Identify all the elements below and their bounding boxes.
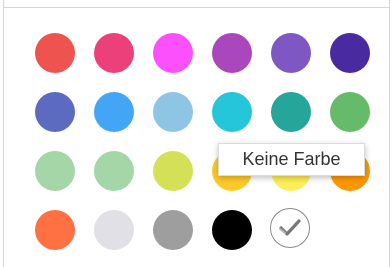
panel-top-edge [0, 0, 392, 8]
checkmark-icon [279, 219, 301, 236]
color-swatch-deep-purple[interactable] [271, 33, 311, 73]
no-color-tooltip: Keine Farbe [218, 143, 365, 176]
panel-left-edge [0, 0, 4, 267]
color-swatch-light-green-1[interactable] [35, 151, 75, 191]
color-swatch-light-green-2[interactable] [94, 151, 134, 191]
color-swatch-indigo[interactable] [35, 92, 75, 132]
color-swatch-pink[interactable] [94, 33, 134, 73]
color-swatch-red[interactable] [35, 33, 75, 73]
color-swatch-cyan[interactable] [212, 92, 252, 132]
color-swatch-lime[interactable] [153, 151, 193, 191]
color-swatch-green[interactable] [330, 92, 370, 132]
tooltip-label: Keine Farbe [242, 149, 341, 169]
color-swatch-light-gray[interactable] [94, 210, 134, 250]
color-swatch-gray[interactable] [153, 210, 193, 250]
color-swatch-blue[interactable] [94, 92, 134, 132]
color-picker-panel: Keine Farbe [0, 0, 392, 267]
color-swatch-purple[interactable] [212, 33, 252, 73]
color-swatch-teal[interactable] [271, 92, 311, 132]
color-swatch-indigo-dark[interactable] [330, 33, 370, 73]
color-swatch-black[interactable] [212, 210, 252, 250]
color-swatch-light-blue[interactable] [153, 92, 193, 132]
no-color-button[interactable] [270, 208, 310, 248]
color-swatch-magenta[interactable] [153, 33, 193, 73]
color-swatch-deep-orange[interactable] [35, 210, 75, 250]
